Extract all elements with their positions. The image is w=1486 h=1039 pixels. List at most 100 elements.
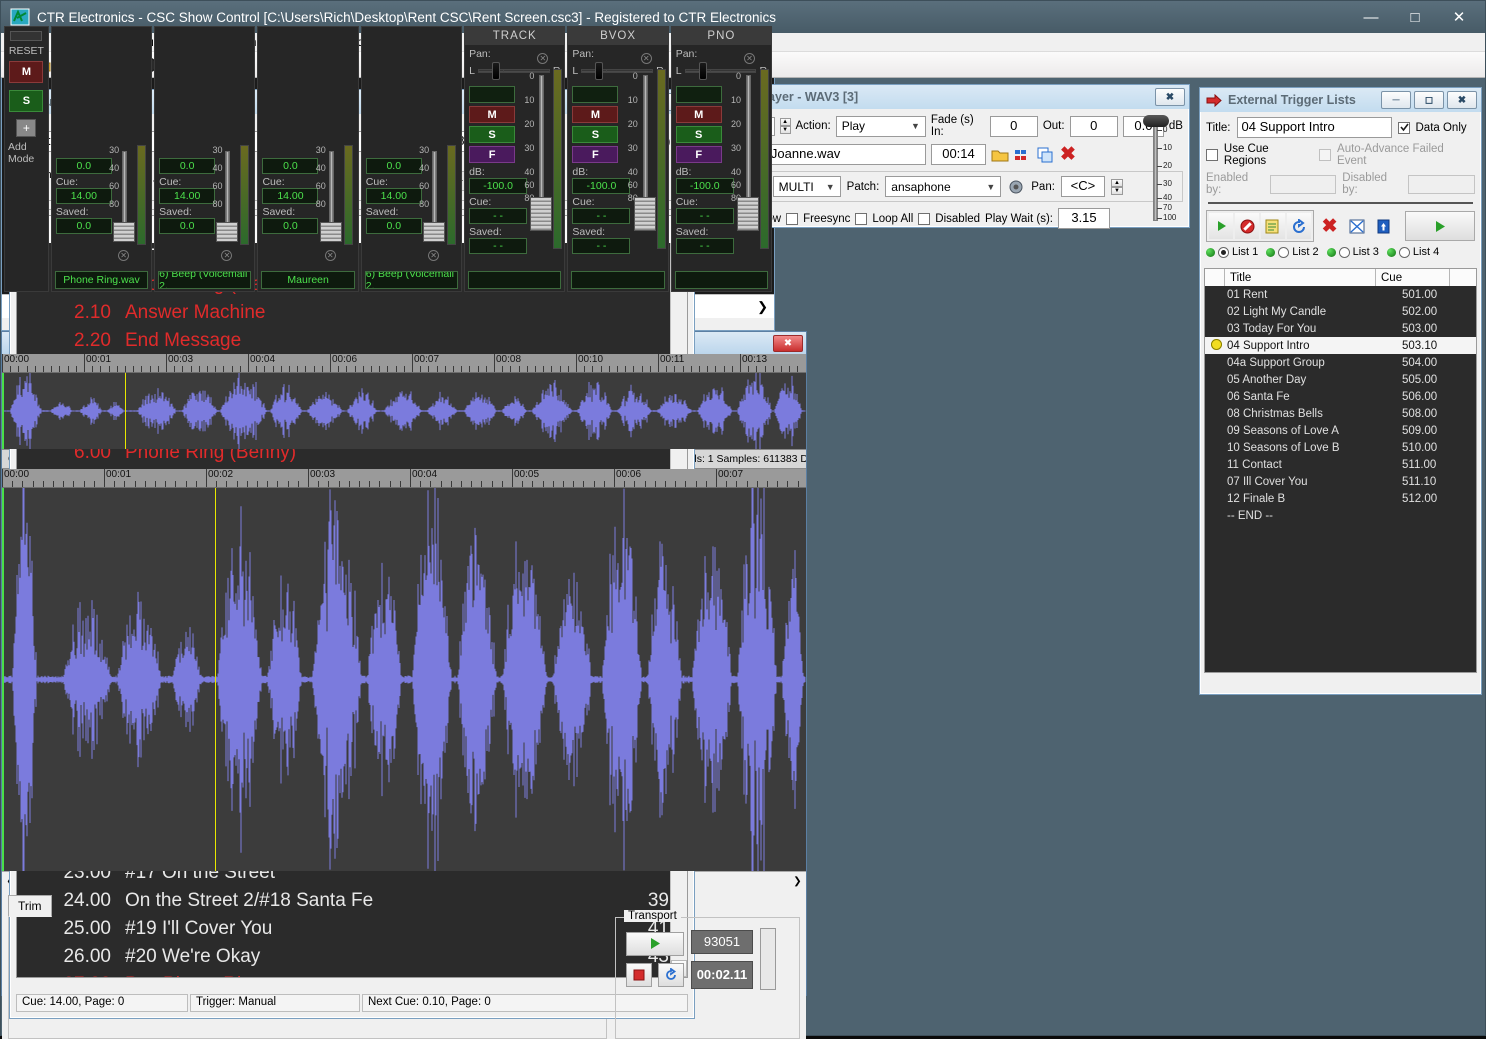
copy-icon[interactable] bbox=[1037, 147, 1055, 163]
channel-mute-x-icon[interactable]: ✕ bbox=[325, 250, 336, 261]
close-button[interactable]: ✕ bbox=[1437, 2, 1481, 32]
list-item[interactable]: 07 Ill Cover You511.10 bbox=[1205, 473, 1476, 490]
channel-mute-x-icon[interactable]: ✕ bbox=[641, 53, 652, 64]
wavplayer-volume-fader[interactable]: 01020304070100 bbox=[1139, 111, 1185, 226]
channel-solo-button[interactable]: S bbox=[676, 126, 722, 143]
list-item[interactable]: 05 Another Day505.00 bbox=[1205, 371, 1476, 388]
channel-fader-knob[interactable] bbox=[113, 222, 135, 242]
channel-saved-value[interactable]: 0.0 bbox=[262, 218, 318, 234]
transport-play-button[interactable] bbox=[626, 932, 684, 956]
wave-overview-ruler[interactable]: 00:0000:0100:0300:0400:0600:0700:0800:10… bbox=[2, 354, 806, 373]
mixer-next-arrow-icon[interactable]: ❯ bbox=[757, 299, 768, 315]
channel-db-value[interactable]: -100.0 bbox=[676, 178, 734, 194]
channel-mute-button[interactable]: M bbox=[572, 106, 618, 123]
channel-db-value[interactable]: -100.0 bbox=[469, 178, 527, 194]
ext-table-body[interactable]: 01 Rent501.0002 Light My Candle502.0003 … bbox=[1205, 286, 1476, 524]
out-type-select[interactable]: MULTI ▼ bbox=[773, 176, 841, 197]
channel-solo-button[interactable]: S bbox=[572, 126, 618, 143]
transport-stop-button[interactable] bbox=[626, 963, 652, 987]
fade-in-input[interactable]: 0 bbox=[990, 116, 1038, 137]
channel-cue-value[interactable]: 14.00 bbox=[56, 188, 112, 204]
list-item[interactable]: 06 Santa Fe506.00 bbox=[1205, 388, 1476, 405]
ext-go-button[interactable] bbox=[1405, 211, 1475, 241]
channel-pan-value[interactable] bbox=[572, 86, 618, 103]
ext-delete-button[interactable]: ✖ bbox=[1318, 213, 1341, 239]
channel-db-value[interactable]: 0.0 bbox=[262, 158, 318, 174]
channel-mute-x-icon[interactable]: ✕ bbox=[744, 53, 755, 64]
ext-list-radios[interactable]: List 1List 2List 3List 4 bbox=[1206, 246, 1475, 258]
channel-fader-knob[interactable] bbox=[423, 222, 445, 242]
overview-start-marker[interactable] bbox=[2, 373, 4, 449]
clear-file-icon[interactable]: ✖ bbox=[1060, 143, 1076, 166]
ext-minimize-button[interactable]: ─ bbox=[1381, 91, 1411, 109]
list-item[interactable]: 08 Christmas Bells508.00 bbox=[1205, 405, 1476, 422]
add-channel-button[interactable]: + bbox=[16, 119, 36, 137]
ext-reset-button[interactable] bbox=[1287, 213, 1311, 239]
speaker-icon[interactable] bbox=[1007, 179, 1025, 195]
maximize-button[interactable]: □ bbox=[1393, 2, 1437, 32]
ext-col-cue[interactable]: Cue bbox=[1376, 269, 1450, 286]
channel-mute-x-icon[interactable]: ✕ bbox=[118, 250, 129, 261]
scroll-right-arrow[interactable]: ❯ bbox=[789, 873, 806, 891]
list-item[interactable]: 12 Finale B512.00 bbox=[1205, 490, 1476, 507]
pan-slider-track-right[interactable] bbox=[503, 69, 550, 73]
channel-solo-button[interactable]: S bbox=[469, 126, 515, 143]
channel-saved-value[interactable]: 0.0 bbox=[159, 218, 215, 234]
channel-pan-value[interactable] bbox=[469, 86, 515, 103]
freesync-checkbox[interactable] bbox=[786, 213, 798, 225]
ext-list-option-4[interactable]: List 4 bbox=[1387, 246, 1439, 258]
master-mute-button[interactable]: M bbox=[9, 61, 43, 83]
disabled-checkbox[interactable] bbox=[918, 213, 930, 225]
list-radio-button[interactable] bbox=[1339, 247, 1350, 258]
tab-trim[interactable]: Trim bbox=[8, 895, 52, 917]
patch-select[interactable]: ansaphone ▼ bbox=[885, 176, 1001, 197]
channel-cue-value[interactable]: 14.00 bbox=[366, 188, 422, 204]
table-row[interactable]: 27.00Pay Phone Ring bbox=[17, 971, 687, 978]
channel-saved-value[interactable]: - - bbox=[469, 238, 527, 254]
use-cue-regions-checkbox[interactable] bbox=[1206, 149, 1218, 161]
player-number-stepper[interactable]: ▲▼ bbox=[780, 118, 791, 134]
table-row[interactable]: 25.00#19 I'll Cover You41 bbox=[17, 915, 687, 943]
channel-mute-button[interactable]: M bbox=[676, 106, 722, 123]
channel-db-value[interactable]: 0.0 bbox=[366, 158, 422, 174]
channel-fader-knob[interactable] bbox=[737, 197, 759, 231]
channel-fader-knob[interactable] bbox=[320, 222, 342, 242]
master-solo-button[interactable]: S bbox=[9, 90, 43, 112]
channel-pan-value[interactable] bbox=[676, 86, 722, 103]
open-file-icon[interactable] bbox=[991, 147, 1009, 163]
minimize-button[interactable]: — bbox=[1349, 2, 1393, 32]
wavplayer-close-button[interactable]: ✖ bbox=[1155, 88, 1185, 106]
list-item[interactable]: 10 Seasons of Love B510.00 bbox=[1205, 439, 1476, 456]
channel-saved-value[interactable]: 0.0 bbox=[56, 218, 112, 234]
wave-display-close-button[interactable]: ✖ bbox=[773, 335, 803, 352]
main-playhead[interactable] bbox=[215, 488, 216, 871]
channel-db-value[interactable]: -100.0 bbox=[572, 178, 630, 194]
channel-fade-button[interactable]: F bbox=[676, 146, 722, 163]
pan-slider-knob[interactable] bbox=[699, 62, 707, 80]
channel-cue-value[interactable]: - - bbox=[676, 208, 734, 224]
list-item[interactable]: 04 Support Intro503.10 bbox=[1205, 337, 1476, 354]
channel-fade-button[interactable]: F bbox=[572, 146, 618, 163]
ext-play-button[interactable] bbox=[1209, 213, 1233, 239]
ext-list-option-1[interactable]: List 1 bbox=[1206, 246, 1258, 258]
channel-saved-value[interactable]: - - bbox=[676, 238, 734, 254]
ext-title-input[interactable]: 04 Support Intro bbox=[1237, 117, 1392, 138]
table-row[interactable]: 2.20End Message bbox=[17, 327, 687, 355]
list-item[interactable]: 02 Light My Candle502.00 bbox=[1205, 303, 1476, 320]
pan-stepper[interactable]: ▲▼ bbox=[1111, 179, 1123, 195]
channel-fade-button[interactable]: F bbox=[469, 146, 515, 163]
pan-input[interactable]: <C> bbox=[1061, 176, 1105, 197]
play-wait-input[interactable]: 3.15 bbox=[1058, 208, 1110, 229]
ext-upload-button[interactable] bbox=[1372, 213, 1395, 239]
wave-main-view[interactable] bbox=[2, 488, 806, 871]
table-row[interactable]: 24.00On the Street 2/#18 Santa Fe39 bbox=[17, 887, 687, 915]
ext-stop-button[interactable] bbox=[1235, 213, 1259, 239]
channel-cue-value[interactable]: 14.00 bbox=[262, 188, 318, 204]
main-start-marker[interactable] bbox=[2, 488, 4, 871]
channel-saved-value[interactable]: 0.0 bbox=[366, 218, 422, 234]
ext-col-title[interactable]: Title bbox=[1225, 269, 1376, 286]
action-select[interactable]: Play ▼ bbox=[836, 116, 926, 137]
channel-mute-x-icon[interactable]: ✕ bbox=[221, 250, 232, 261]
list-radio-button[interactable] bbox=[1399, 247, 1410, 258]
pan-slider-knob[interactable] bbox=[595, 62, 603, 80]
